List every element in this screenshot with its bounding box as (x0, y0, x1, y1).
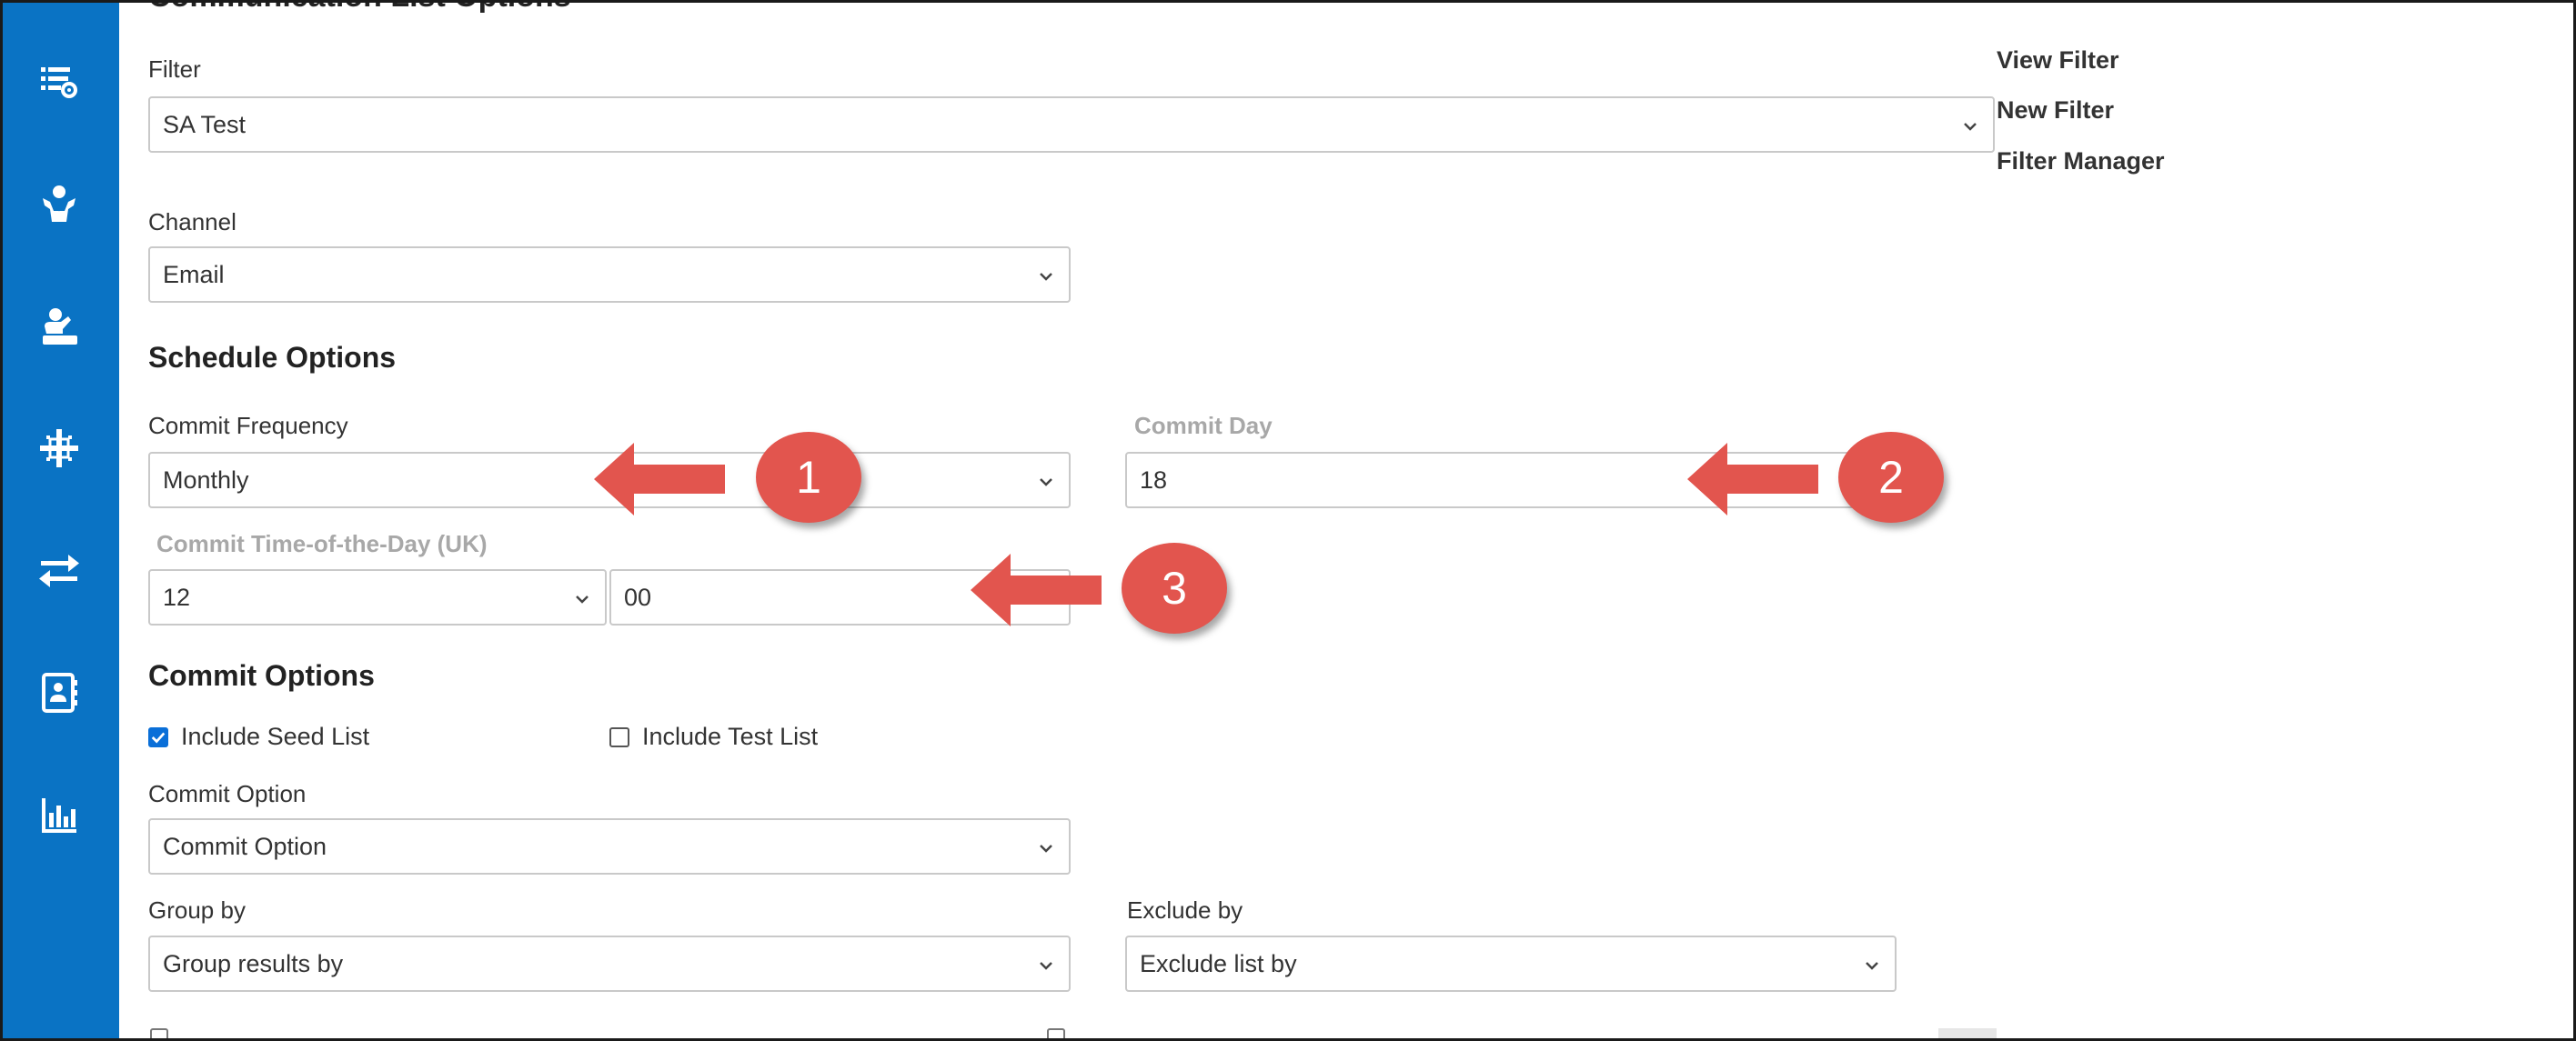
callout-badge-2: 2 (1838, 432, 1944, 523)
commit-hour-select[interactable]: 12 (148, 569, 607, 626)
new-filter-link[interactable]: New Filter (1997, 96, 2114, 125)
callout-arrow-2 (1687, 443, 1818, 515)
checkmark-icon (151, 732, 166, 743)
commit-option-select[interactable]: Commit Option (148, 818, 1071, 875)
sidebar (3, 3, 119, 1038)
clipped-tab (1938, 1028, 1997, 1038)
chevron-down-icon (1866, 962, 1878, 970)
app-window: Communication List Options Filter SA Tes… (0, 0, 2576, 1041)
commit-time-label: Commit Time-of-the-Day (UK) (156, 530, 488, 557)
view-filter-link[interactable]: View Filter (1997, 46, 2119, 75)
section-title-commit: Commit Options (148, 659, 375, 692)
commit-option-value: Commit Option (163, 832, 327, 860)
exclude-by-value: Exclude list by (1140, 949, 1297, 977)
chevron-down-icon (1040, 478, 1052, 486)
group-by-label: Group by (148, 896, 246, 924)
callout-badge-1: 1 (756, 432, 861, 523)
filter-label: Filter (148, 55, 201, 83)
chevron-down-icon (1964, 123, 1977, 131)
chevron-down-icon (1040, 845, 1052, 853)
include-seed-row: Include Seed List (148, 723, 369, 751)
group-by-select[interactable]: Group results by (148, 936, 1071, 992)
chevron-down-icon (1040, 273, 1052, 281)
group-by-value: Group results by (163, 949, 344, 977)
section-title-communication-list: Communication List Options (148, 3, 571, 15)
bar-chart-icon[interactable] (34, 789, 85, 840)
chevron-down-icon (1040, 962, 1052, 970)
include-seed-label: Include Seed List (181, 723, 370, 750)
section-title-schedule: Schedule Options (148, 341, 397, 374)
channel-label: Channel (148, 208, 236, 235)
chevron-down-icon (576, 596, 589, 604)
callout-arrow-3 (971, 554, 1102, 626)
filter-select[interactable]: SA Test (148, 96, 1995, 153)
commit-option-label: Commit Option (148, 780, 307, 807)
exclude-by-label: Exclude by (1127, 896, 1243, 924)
channel-select[interactable]: Email (148, 246, 1071, 303)
transfer-arrows-icon[interactable] (34, 546, 85, 596)
include-test-row: Include Test List (609, 723, 818, 751)
exclude-by-select[interactable]: Exclude list by (1125, 936, 1897, 992)
contact-card-icon[interactable] (34, 667, 85, 718)
user-desk-icon[interactable] (34, 301, 85, 352)
commit-frequency-label: Commit Frequency (148, 412, 348, 439)
callout-badge-3: 3 (1122, 543, 1227, 634)
callout-arrow-1 (594, 443, 725, 515)
clipped-checkbox[interactable] (1047, 1028, 1065, 1038)
commit-hour-value: 12 (163, 583, 191, 611)
include-seed-checkbox[interactable] (148, 726, 168, 747)
filter-manager-link[interactable]: Filter Manager (1997, 147, 2165, 175)
clipped-checkbox[interactable] (150, 1028, 168, 1038)
network-icon[interactable] (34, 423, 85, 474)
include-test-checkbox[interactable] (609, 726, 629, 747)
user-hands-icon[interactable] (34, 178, 85, 229)
filter-value: SA Test (163, 110, 247, 138)
channel-value: Email (163, 260, 225, 288)
list-settings-icon[interactable] (34, 55, 85, 106)
commit-day-label: Commit Day (1134, 412, 1273, 439)
include-test-label: Include Test List (642, 723, 819, 750)
